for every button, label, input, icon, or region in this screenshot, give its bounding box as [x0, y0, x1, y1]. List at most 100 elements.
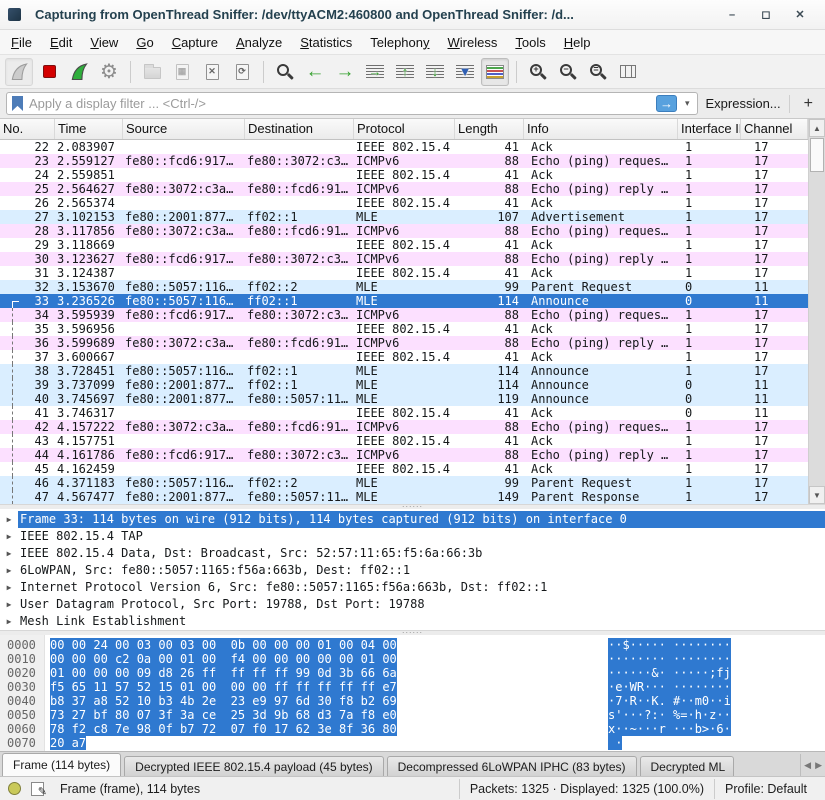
- expand-twisty-icon[interactable]: ▶: [0, 511, 18, 528]
- capture-restart-button[interactable]: [65, 58, 93, 86]
- hex-ascii[interactable]: ··$····· ········: [608, 638, 731, 652]
- packet-row[interactable]: 444.161786fe80::fcd6:917…fe80::3072:c3…I…: [0, 448, 825, 462]
- hex-ascii[interactable]: ·e·WR··· ········: [608, 680, 731, 694]
- menu-help[interactable]: Help: [555, 32, 600, 53]
- packet-row[interactable]: 413.746317IEEE 802.15.441Ack011: [0, 406, 825, 420]
- hex-ascii[interactable]: ·: [608, 736, 622, 750]
- hex-bytes[interactable]: 00 00 24 00 03 00 03 00 0b 00 00 00 01 0…: [50, 638, 397, 652]
- byte-view-tab-1[interactable]: Decrypted IEEE 802.15.4 payload (45 byte…: [124, 756, 383, 776]
- packet-row[interactable]: 242.559851IEEE 802.15.441Ack117: [0, 168, 825, 182]
- zoom-in-button[interactable]: +: [524, 58, 552, 86]
- capture-stop-button[interactable]: [35, 58, 63, 86]
- capture-options-button[interactable]: ⚙: [95, 58, 123, 86]
- add-filter-button[interactable]: +: [798, 95, 819, 113]
- scrollbar-down-icon[interactable]: ▼: [809, 486, 825, 504]
- packet-row[interactable]: 333.236526fe80::5057:116…ff02::1MLE114An…: [0, 294, 825, 308]
- hex-bytes[interactable]: b8 37 a8 52 10 b3 4b 2e 23 e9 97 6d 30 f…: [50, 694, 397, 708]
- hex-ascii[interactable]: ······&· ·····;fj: [608, 666, 731, 680]
- packet-list-scrollbar[interactable]: ▲ ▼: [808, 119, 825, 504]
- packet-row[interactable]: 323.153670fe80::5057:116…ff02::2MLE99Par…: [0, 280, 825, 294]
- expand-twisty-icon[interactable]: ▶: [0, 579, 18, 596]
- packet-row[interactable]: 393.737099fe80::2001:877…ff02::1MLE114An…: [0, 378, 825, 392]
- packet-row[interactable]: 262.565374IEEE 802.15.441Ack117: [0, 196, 825, 210]
- packet-row[interactable]: 353.596956IEEE 802.15.441Ack117: [0, 322, 825, 336]
- column-header-interface-id[interactable]: Interface ID: [678, 119, 741, 139]
- last-packet-button[interactable]: ↓: [421, 58, 449, 86]
- column-header-time[interactable]: Time: [55, 119, 123, 139]
- packet-row[interactable]: 293.118669IEEE 802.15.441Ack117: [0, 238, 825, 252]
- hex-bytes[interactable]: 01 00 00 00 09 d8 26 ff ff ff ff 99 0d 3…: [50, 666, 397, 680]
- expert-info-icon[interactable]: [8, 782, 21, 795]
- expand-twisty-icon[interactable]: ▶: [0, 596, 18, 613]
- scrollbar-up-icon[interactable]: ▲: [809, 119, 825, 137]
- packet-row[interactable]: 363.599689fe80::3072:c3a…fe80::fcd6:91…I…: [0, 336, 825, 350]
- close-button[interactable]: ✕: [783, 8, 817, 21]
- column-header-no-[interactable]: No.: [0, 119, 55, 139]
- scrollbar-thumb[interactable]: [810, 138, 824, 172]
- goto-packet-button[interactable]: →: [361, 58, 389, 86]
- packet-row[interactable]: 403.745697fe80::2001:877…fe80::5057:11…M…: [0, 392, 825, 406]
- expand-twisty-icon[interactable]: ▶: [0, 562, 18, 579]
- capture-comment-icon[interactable]: [31, 782, 44, 796]
- first-packet-button[interactable]: ↑: [391, 58, 419, 86]
- menu-statistics[interactable]: Statistics: [291, 32, 361, 53]
- hex-ascii[interactable]: ·7·R··K. #··m0··i: [608, 694, 731, 708]
- maximize-button[interactable]: ◻: [749, 8, 783, 21]
- column-header-length[interactable]: Length: [455, 119, 524, 139]
- column-header-protocol[interactable]: Protocol: [354, 119, 455, 139]
- previous-packet-button[interactable]: ←: [301, 58, 329, 86]
- menu-file[interactable]: File: [2, 32, 41, 53]
- display-filter-input[interactable]: [29, 96, 650, 111]
- packet-row[interactable]: 343.595939fe80::fcd6:917…fe80::3072:c3…I…: [0, 308, 825, 322]
- bookmark-icon[interactable]: [12, 96, 23, 111]
- detail-row[interactable]: ▶User Datagram Protocol, Src Port: 19788…: [0, 596, 825, 613]
- menu-view[interactable]: View: [81, 32, 127, 53]
- filter-history-caret-icon[interactable]: ▾: [683, 98, 692, 109]
- expression-button[interactable]: Expression...: [706, 96, 781, 111]
- menu-telephony[interactable]: Telephony: [361, 32, 438, 53]
- packet-row[interactable]: 313.124387IEEE 802.15.441Ack117: [0, 266, 825, 280]
- zoom-reset-button[interactable]: =: [584, 58, 612, 86]
- detail-row[interactable]: ▶IEEE 802.15.4 TAP: [0, 528, 825, 545]
- expand-twisty-icon[interactable]: ▶: [0, 528, 18, 545]
- detail-row[interactable]: ▶Frame 33: 114 bytes on wire (912 bits),…: [0, 511, 825, 528]
- expand-twisty-icon[interactable]: ▶: [0, 613, 18, 630]
- packet-row[interactable]: 464.371183fe80::5057:116…ff02::2MLE99Par…: [0, 476, 825, 490]
- apply-filter-button[interactable]: →: [656, 95, 677, 112]
- packet-row[interactable]: 373.600667IEEE 802.15.441Ack117: [0, 350, 825, 364]
- packet-row[interactable]: 283.117856fe80::3072:c3a…fe80::fcd6:91…I…: [0, 224, 825, 238]
- splitter-list-details[interactable]: [0, 504, 825, 509]
- packet-row[interactable]: 222.083907IEEE 802.15.441Ack117: [0, 140, 825, 154]
- scrollbar-track[interactable]: [809, 173, 825, 486]
- menu-wireless[interactable]: Wireless: [439, 32, 507, 53]
- column-header-destination[interactable]: Destination: [245, 119, 354, 139]
- packet-row[interactable]: 303.123627fe80::fcd6:917…fe80::3072:c3…I…: [0, 252, 825, 266]
- close-file-button[interactable]: ✕: [198, 58, 226, 86]
- tab-scroll-left-icon[interactable]: ◀: [804, 760, 811, 771]
- auto-scroll-button[interactable]: ▼: [451, 58, 479, 86]
- packet-row[interactable]: 273.102153fe80::2001:877…ff02::1MLE107Ad…: [0, 210, 825, 224]
- hex-bytes[interactable]: f5 65 11 57 52 15 01 00 00 00 ff ff ff f…: [50, 680, 397, 694]
- hex-bytes[interactable]: 00 00 00 c2 0a 00 01 00 f4 00 00 00 00 0…: [50, 652, 397, 666]
- hex-ascii[interactable]: x··~···r ···b>·6·: [608, 722, 731, 736]
- resize-columns-button[interactable]: [614, 58, 642, 86]
- byte-view-tab-0[interactable]: Frame (114 bytes): [2, 753, 121, 776]
- tab-scroll-right-icon[interactable]: ▶: [815, 760, 822, 771]
- reload-file-button[interactable]: ⟳: [228, 58, 256, 86]
- byte-view-tab-3[interactable]: Decrypted ML: [640, 756, 734, 776]
- column-header-channel[interactable]: Channel: [741, 119, 808, 139]
- hex-bytes[interactable]: 73 27 bf 80 07 3f 3a ce 25 3d 9b 68 d3 7…: [50, 708, 397, 722]
- menu-tools[interactable]: Tools: [506, 32, 554, 53]
- detail-row[interactable]: ▶6LoWPAN, Src: fe80::5057:1165:f56a:663b…: [0, 562, 825, 579]
- find-packet-button[interactable]: [271, 58, 299, 86]
- expand-twisty-icon[interactable]: ▶: [0, 545, 18, 562]
- column-header-source[interactable]: Source: [123, 119, 245, 139]
- menu-go[interactable]: Go: [127, 32, 162, 53]
- zoom-out-button[interactable]: −: [554, 58, 582, 86]
- packet-row[interactable]: 383.728451fe80::5057:116…ff02::1MLE114An…: [0, 364, 825, 378]
- menu-analyze[interactable]: Analyze: [227, 32, 291, 53]
- hex-bytes[interactable]: 20 a7: [50, 736, 86, 750]
- hex-bytes[interactable]: 78 f2 c8 7e 98 0f b7 72 07 f0 17 62 3e 8…: [50, 722, 397, 736]
- hex-ascii[interactable]: ········ ········: [608, 652, 731, 666]
- colorize-button[interactable]: [481, 58, 509, 86]
